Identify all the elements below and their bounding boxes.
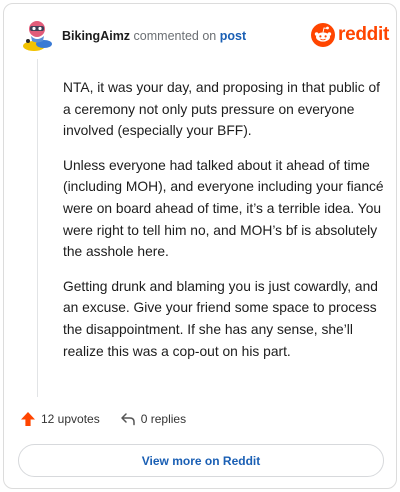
reddit-logo[interactable]: reddit (311, 21, 389, 49)
upvote-button[interactable]: 12 upvotes (20, 411, 100, 427)
comment-header: BikingAimz commented on post reddit (4, 4, 396, 64)
upvote-count: 12 upvotes (41, 412, 100, 426)
user-avatar[interactable] (20, 17, 56, 53)
comment-paragraph: Getting drunk and blaming you is just co… (63, 278, 378, 359)
replies-button[interactable]: 0 replies (120, 411, 186, 427)
reply-arrow-icon (120, 413, 135, 426)
comment-actions: 12 upvotes 0 replies (20, 409, 206, 429)
comment-paragraph: Unless everyone had talked about it ahea… (63, 157, 384, 260)
thread-line[interactable] (37, 59, 38, 397)
comment-paragraph: NTA, it was your day, and proposing in t… (63, 80, 380, 139)
upvote-arrow-icon (21, 412, 35, 426)
comment-body: NTA, it was your day, and proposing in t… (63, 77, 387, 375)
post-link[interactable]: post (220, 29, 246, 43)
reply-count: 0 replies (140, 412, 187, 426)
embedded-comment-card: BikingAimz commented on post reddit NTA,… (3, 3, 397, 489)
reddit-snoo-icon (311, 23, 335, 47)
commented-on-text: commented on (133, 29, 217, 43)
username-link[interactable]: BikingAimz (62, 29, 130, 43)
view-more-button[interactable]: View more on Reddit (18, 444, 384, 477)
comment-meta: BikingAimz commented on post (62, 29, 246, 43)
reddit-wordmark: reddit (338, 24, 389, 45)
